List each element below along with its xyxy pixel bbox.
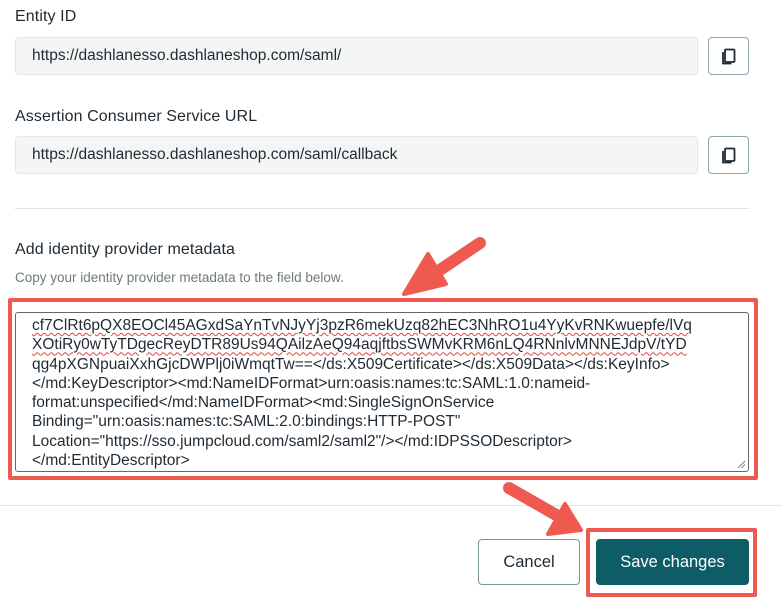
- metadata-line-text: format:unspecified</md:NameIDFormat><md:…: [32, 394, 495, 412]
- metadata-line: Location="https://sso.jumpcloud.com/saml…: [32, 432, 732, 451]
- copy-entity-id-button[interactable]: [708, 37, 749, 75]
- copy-acs-url-button[interactable]: [708, 136, 749, 174]
- metadata-line: cf7ClRt6pQX8EOCl45AGxdSaYnTvNJyYj3pzR6me…: [32, 316, 732, 335]
- metadata-line: format:unspecified</md:NameIDFormat><md:…: [32, 393, 732, 412]
- metadata-line: XOtiRy0wTyTDgecReyDTR89Us94QAilzAeQ94aqj…: [32, 335, 732, 354]
- entity-id-label: Entity ID: [15, 8, 77, 25]
- save-changes-button[interactable]: Save changes: [596, 539, 749, 585]
- metadata-line-text: </md:KeyDescriptor><md:NameIDFormat>urn:…: [32, 374, 591, 392]
- acs-url-field[interactable]: https://dashlanesso.dashlaneshop.com/sam…: [15, 136, 698, 174]
- footer-divider: [0, 505, 782, 506]
- metadata-line-text: Binding="urn:oasis:names:tc:SAML:2.0:bin…: [32, 413, 461, 431]
- metadata-helper-text: Copy your identity provider metadata to …: [15, 270, 344, 285]
- metadata-line: Binding="urn:oasis:names:tc:SAML:2.0:bin…: [32, 412, 732, 431]
- resize-grip-icon[interactable]: [737, 460, 746, 469]
- metadata-line: </md:KeyDescriptor><md:NameIDFormat>urn:…: [32, 374, 732, 393]
- copy-icon: [721, 48, 735, 65]
- entity-id-field[interactable]: https://dashlanesso.dashlaneshop.com/sam…: [15, 37, 698, 75]
- arrow-to-save-icon: [503, 482, 583, 536]
- metadata-textarea[interactable]: cf7ClRt6pQX8EOCl45AGxdSaYnTvNJyYj3pzR6me…: [15, 312, 749, 472]
- sso-settings-panel: Entity ID https://dashlanesso.dashlanesh…: [0, 0, 782, 616]
- cancel-button[interactable]: Cancel: [478, 539, 580, 585]
- metadata-line-text: Location="https://sso.jumpcloud.com/saml…: [32, 432, 572, 450]
- metadata-line: </md:EntityDescriptor>: [32, 451, 732, 470]
- metadata-line: qg4pXGNpuaiXxhGjcDWPlj0iWmqtTw==</ds:X50…: [32, 355, 732, 374]
- metadata-line-text: </md:EntityDescriptor>: [32, 452, 190, 470]
- metadata-line-text: XOtiRy0wTyTDgecReyDTR89Us94QAilzAeQ94aqj…: [32, 336, 687, 354]
- metadata-line-text: cf7ClRt6pQX8EOCl45AGxdSaYnTvNJyYj3pzR6me…: [32, 317, 692, 334]
- metadata-line-text: qg4pXGNpuaiXxhGjcDWPlj0iWmqtTw==</ds:X50…: [32, 355, 670, 373]
- acs-url-label: Assertion Consumer Service URL: [15, 108, 258, 125]
- copy-icon: [721, 147, 735, 164]
- arrow-to-textarea-icon: [402, 237, 486, 296]
- metadata-label: Add identity provider metadata: [15, 241, 236, 258]
- section-divider: [15, 208, 749, 209]
